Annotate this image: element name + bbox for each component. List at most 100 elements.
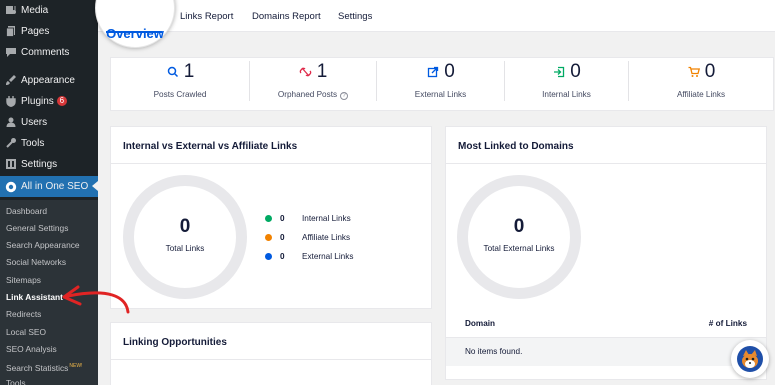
sidebar-item-label: Users <box>21 116 48 128</box>
search-icon <box>166 65 180 79</box>
stat-affiliate-links: 0 Affiliate Links <box>629 58 773 112</box>
links-donut-chart: 0 Total Links <box>123 175 247 299</box>
legend-count: 0 <box>280 251 285 261</box>
stat-label: Posts Crawled <box>153 90 207 99</box>
submenu-item-link-assistant[interactable]: Link Assistant <box>6 290 63 304</box>
donut-total-label: Total Links <box>165 244 205 253</box>
tab-domains-report[interactable]: Domains Report <box>252 11 321 22</box>
sidebar-item-media[interactable]: Media <box>0 0 98 20</box>
sidebar-item-label: Media <box>21 4 49 16</box>
internal-link-icon <box>552 65 566 79</box>
table-empty-row: No items found. <box>446 338 766 366</box>
donut-total-value: 0 <box>179 216 191 237</box>
tab-links-report[interactable]: Links Report <box>180 11 233 22</box>
column-header-links-count[interactable]: # of Links <box>709 319 747 328</box>
most-linked-domains-card: Most Linked to Domains 0 Total External … <box>445 126 767 380</box>
appearance-icon <box>5 74 17 86</box>
stat-value: 1 <box>316 61 328 82</box>
tab-overview-label: Overview <box>106 25 164 41</box>
help-icon[interactable]: ? <box>340 92 349 100</box>
column-header-domain[interactable]: Domain <box>465 319 495 328</box>
tab-settings[interactable]: Settings <box>338 11 372 22</box>
mascot-icon <box>737 346 763 372</box>
submenu-item-seo-analysis[interactable]: SEO Analysis <box>6 342 57 356</box>
donut-total-value: 0 <box>513 216 525 237</box>
stat-label: Internal Links <box>542 90 591 99</box>
legend-label: Internal Links <box>302 213 351 223</box>
broken-link-icon <box>299 65 313 79</box>
stat-external-links: 0 External Links <box>377 58 504 112</box>
sidebar-item-plugins[interactable]: Plugins 6 <box>0 91 98 111</box>
sidebar-item-comments[interactable]: Comments <box>0 42 98 62</box>
media-icon <box>5 4 17 16</box>
active-tab-underline <box>106 31 162 33</box>
legend-dot <box>265 233 272 241</box>
legend-affiliate-links: 0 Affiliate Links <box>265 231 350 243</box>
legend-count: 0 <box>280 213 285 223</box>
tab-overview[interactable]: Overview <box>95 0 175 48</box>
settings-icon <box>5 158 17 170</box>
sidebar-item-label: All in One SEO <box>21 181 89 192</box>
stat-value: 0 <box>444 61 455 82</box>
users-icon <box>5 116 17 128</box>
legend-count: 0 <box>280 232 285 242</box>
submenu-item-redirects[interactable]: Redirects <box>6 307 41 321</box>
domains-donut-chart: 0 Total External Links <box>457 175 581 299</box>
linking-opportunities-card: Linking Opportunities <box>110 322 432 385</box>
sidebar-item-pages[interactable]: Pages <box>0 21 98 41</box>
legend-dot <box>265 252 272 260</box>
sidebar-item-tools[interactable]: Tools <box>0 133 98 153</box>
card-title: Internal vs External vs Affiliate Links <box>123 141 298 152</box>
new-tag: NEW! <box>69 363 83 369</box>
submenu-item-sitemaps[interactable]: Sitemaps <box>6 273 41 287</box>
cart-icon <box>687 65 701 79</box>
submenu-item-search-appearance[interactable]: Search Appearance <box>6 238 80 252</box>
stat-label: External Links <box>414 90 467 99</box>
link-stats-bar: 1 Posts Crawled 1 Orphaned Posts? 0 Exte… <box>110 57 774 111</box>
sidebar-item-label: Settings <box>21 158 58 170</box>
plugins-icon <box>5 95 17 107</box>
stat-label: Affiliate Links <box>676 90 726 99</box>
links-breakdown-card: Internal vs External vs Affiliate Links … <box>110 126 432 309</box>
stat-value: 1 <box>183 61 195 82</box>
stat-value: 0 <box>570 61 581 82</box>
submenu-item-social-networks[interactable]: Social Networks <box>6 255 66 269</box>
card-title: Linking Opportunities <box>123 337 227 348</box>
aioseo-help-mascot-button[interactable] <box>731 340 769 378</box>
legend-label: External Links <box>302 251 354 261</box>
legend-label: Affiliate Links <box>302 232 351 242</box>
plugins-update-badge: 6 <box>56 96 67 106</box>
sidebar-item-label: Tools <box>21 137 45 149</box>
submenu-item-search-statistics[interactable]: Search StatisticsNEW! <box>6 359 82 373</box>
card-divider <box>111 359 431 360</box>
submenu-item-general-settings[interactable]: General Settings <box>6 221 68 235</box>
sidebar-item-appearance[interactable]: Appearance <box>0 70 98 90</box>
legend-internal-links: 0 Internal Links <box>265 212 351 224</box>
card-title: Most Linked to Domains <box>458 141 574 152</box>
empty-state-text: No items found. <box>465 347 523 356</box>
stat-value: 0 <box>704 61 716 82</box>
card-divider <box>111 163 431 164</box>
submenu-item-label: Search Statistics <box>6 362 69 373</box>
submenu-item-tools[interactable]: Tools <box>6 376 26 385</box>
submenu-item-dashboard[interactable]: Dashboard <box>6 204 47 218</box>
stat-orphaned-posts: 1 Orphaned Posts? <box>250 58 376 112</box>
external-link-icon <box>426 65 440 79</box>
submenu-item-local-seo[interactable]: Local SEO <box>6 325 46 339</box>
donut-total-label: Total External Links <box>483 244 555 253</box>
tools-icon <box>5 137 17 149</box>
sidebar-item-users[interactable]: Users <box>0 112 98 132</box>
stat-posts-crawled: 1 Posts Crawled <box>111 58 249 112</box>
sidebar-item-label: Appearance <box>21 74 75 86</box>
legend-dot <box>265 214 272 222</box>
aioseo-icon <box>5 181 17 193</box>
pages-icon <box>5 25 17 37</box>
aioseo-submenu: Dashboard General Settings Search Appear… <box>0 200 98 385</box>
sidebar-item-all-in-one-seo[interactable]: All in One SEO <box>0 176 98 197</box>
sidebar-item-label: Pages <box>21 25 50 37</box>
link-assistant-tabs: Overview Links Report Domains Report Set… <box>95 0 775 48</box>
comments-icon <box>5 46 17 58</box>
stat-label: Orphaned Posts <box>277 90 338 99</box>
sidebar-item-settings[interactable]: Settings <box>0 154 98 174</box>
stat-internal-links: 0 Internal Links <box>505 58 628 112</box>
